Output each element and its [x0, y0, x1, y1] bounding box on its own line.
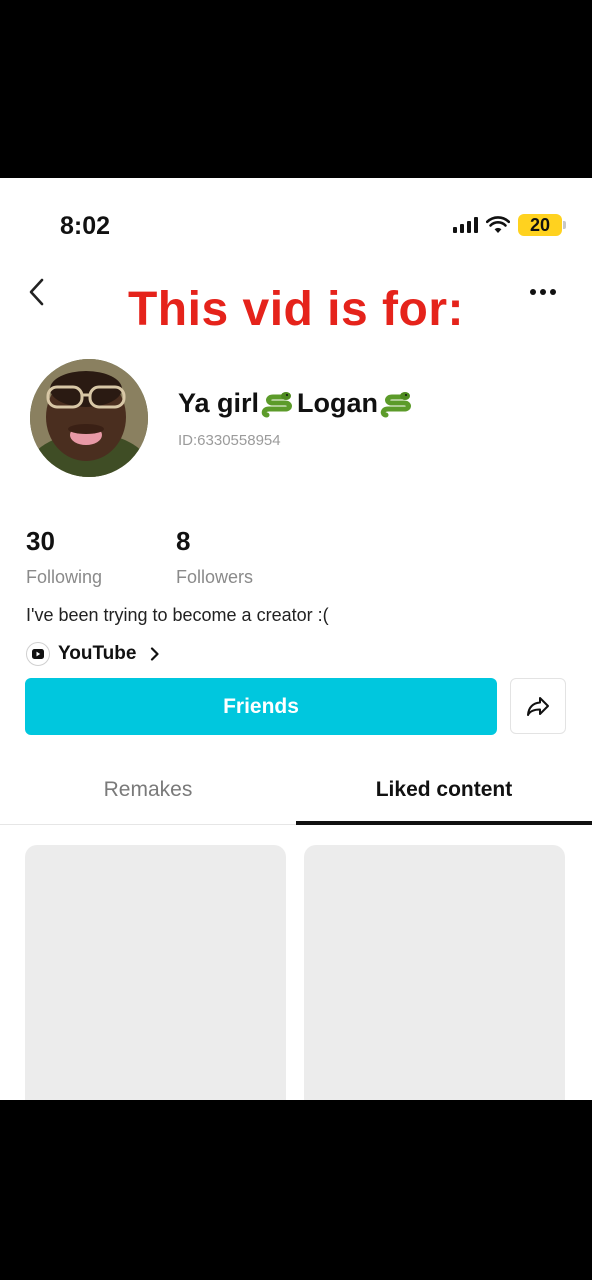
display-name-part2: Logan — [297, 388, 379, 418]
battery-indicator: 20 — [518, 214, 566, 236]
youtube-icon — [26, 642, 50, 666]
chevron-right-icon — [151, 647, 160, 661]
avatar-image — [30, 359, 148, 477]
content-thumbnail[interactable] — [25, 845, 286, 1100]
share-arrow-icon — [527, 697, 549, 716]
share-button[interactable] — [510, 678, 566, 734]
following-label: Following — [26, 567, 103, 587]
overlay-caption: This vid is for: — [127, 283, 465, 336]
profile-screen: 8:02 20 This vid is for: Ya girl Logan I… — [0, 178, 592, 1100]
following-stat[interactable]: 30 Following — [26, 526, 102, 588]
status-icons: 20 — [453, 214, 566, 236]
status-time: 8:02 — [60, 212, 111, 240]
following-count: 30 — [26, 526, 55, 556]
snake-emoji-icon — [261, 391, 292, 417]
wifi-icon — [486, 216, 510, 233]
user-id: ID:6330558954 — [178, 432, 281, 449]
snake-emoji-icon — [380, 391, 411, 417]
tab-remakes[interactable]: Remakes — [0, 778, 296, 802]
followers-count: 8 — [176, 526, 191, 556]
followers-label: Followers — [176, 567, 254, 587]
cellular-signal-icon — [453, 217, 478, 233]
bio: I've been trying to become a creator :( — [26, 605, 329, 625]
tab-liked-content[interactable]: Liked content — [296, 778, 592, 802]
youtube-link-label: YouTube — [58, 643, 137, 664]
display-name: Ya girl Logan — [178, 388, 414, 419]
followers-stat[interactable]: 8 Followers — [176, 526, 253, 588]
content-thumbnail[interactable] — [304, 845, 565, 1100]
avatar[interactable] — [30, 359, 148, 477]
youtube-link[interactable]: YouTube — [26, 642, 160, 666]
display-name-part1: Ya girl — [178, 388, 260, 418]
active-tab-indicator — [296, 821, 592, 825]
friends-button[interactable]: Friends — [25, 678, 497, 735]
